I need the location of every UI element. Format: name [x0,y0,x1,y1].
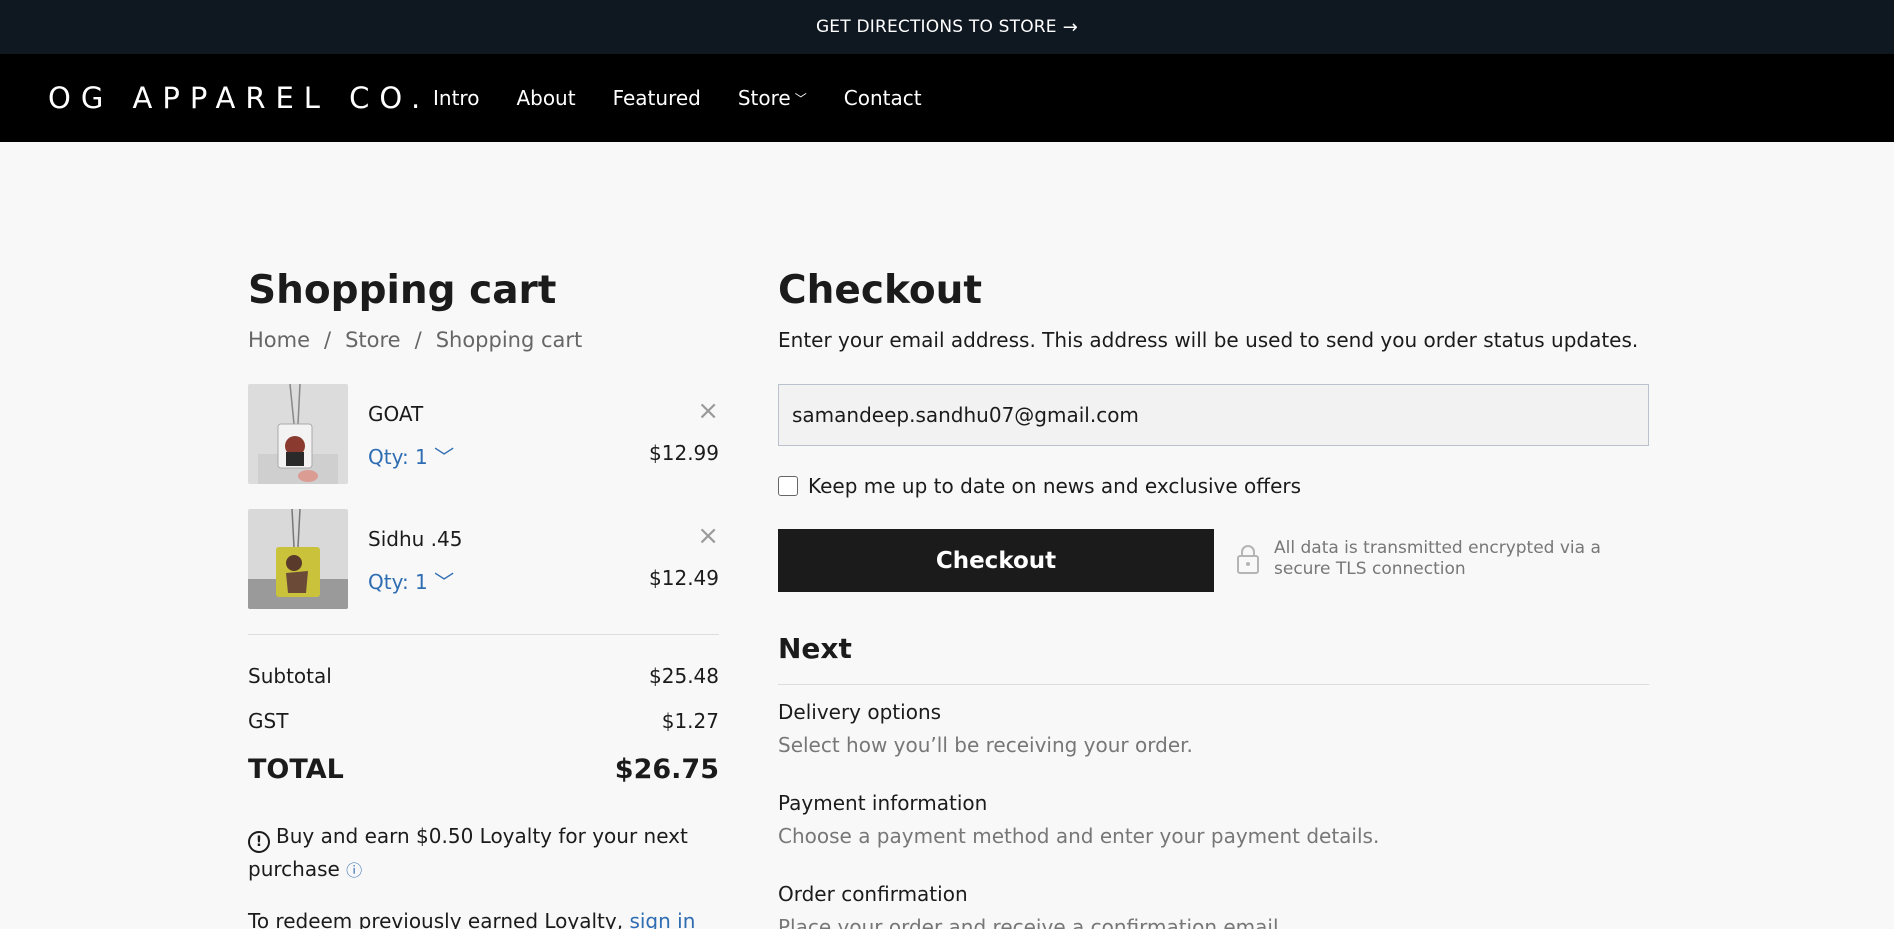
subtotal-row: Subtotal $25.48 [248,664,719,688]
nav-menu: Intro About Featured Store ﹀ Contact [433,86,959,110]
chevron-down-icon: ﹀ [434,570,455,594]
loyalty-note: ! Buy and earn $0.50 Loyalty for your nex… [248,820,719,887]
remove-item-icon[interactable]: × [697,398,719,424]
nav-item-label: Featured [612,86,701,110]
redeem-text: To redeem previously earned Loyalty, [248,909,624,929]
gst-label: GST [248,709,289,733]
subtotal-label: Subtotal [248,664,332,688]
next-divider [778,684,1649,685]
item-price: $12.49 [649,566,719,590]
qty-label: Qty: 1 [368,570,428,594]
nav-item-intro[interactable]: Intro [433,86,479,110]
secure-text: All data is transmitted encrypted via a … [1274,538,1601,579]
cart-item: Sidhu .45 Qty: 1 ﹀ $12.49 × [248,509,719,609]
breadcrumb-home[interactable]: Home [248,328,310,352]
step-delivery-title: Delivery options [778,700,942,724]
breadcrumb-separator: / [324,328,332,352]
chevron-down-icon: ﹀ [794,91,807,106]
item-name[interactable]: GOAT [368,402,423,426]
subtotal-value: $25.48 [649,664,719,688]
newsletter-optin[interactable]: Keep me up to date on news and exclusive… [778,474,1301,498]
announcement-text[interactable]: GET DIRECTIONS TO STORE [816,17,1057,37]
nav-item-label: Intro [433,86,480,110]
product-image-sidhu[interactable] [248,509,348,609]
arrow-right-icon: → [1062,16,1079,38]
redeem-note: To redeem previously earned Loyalty, sig… [248,909,695,929]
step-confirmation-desc: Place your order and receive a confirmat… [778,915,1285,929]
info-circle-icon: ! [248,831,270,853]
newsletter-label: Keep me up to date on news and exclusive… [808,474,1302,498]
nav-item-label: About [516,86,576,110]
gst-value: $1.27 [661,709,719,733]
cart-divider [248,634,719,635]
breadcrumb: Home / Store / Shopping cart [248,328,582,352]
sign-in-link[interactable]: sign in [629,909,695,929]
breadcrumb-separator: / [414,328,422,352]
step-payment-title: Payment information [778,791,988,815]
remove-item-icon[interactable]: × [697,523,719,549]
site-logo[interactable]: OG APPAREL CO. [48,81,430,115]
step-confirmation-title: Order confirmation [778,882,968,906]
secure-note: All data is transmitted encrypted via a … [1236,538,1614,580]
main-nav: OG APPAREL CO. Intro About Featured Stor… [0,54,1894,142]
email-field[interactable] [778,384,1649,446]
item-name[interactable]: Sidhu .45 [368,527,462,551]
info-icon[interactable]: ⓘ [346,861,362,880]
total-label: TOTAL [248,754,344,785]
breadcrumb-current: Shopping cart [435,328,583,352]
chevron-down-icon: ﹀ [434,445,455,469]
checkout-description: Enter your email address. This address w… [778,328,1639,352]
total-value: $26.75 [614,754,719,785]
qty-selector[interactable]: Qty: 1 ﹀ [368,441,454,470]
nav-item-label: Store [737,86,791,110]
newsletter-checkbox[interactable] [778,476,798,496]
announcement-bar[interactable]: GET DIRECTIONS TO STORE → [0,0,1894,54]
step-delivery-desc: Select how you’ll be receiving your orde… [778,733,1193,757]
next-title: Next [778,632,852,665]
breadcrumb-store[interactable]: Store [345,328,401,352]
step-payment-desc: Choose a payment method and enter your p… [778,824,1380,848]
nav-item-featured[interactable]: Featured [613,86,701,110]
checkout-title: Checkout [778,268,983,313]
gst-row: GST $1.27 [248,709,719,733]
nav-item-about[interactable]: About [516,86,575,110]
lock-icon [1237,545,1259,574]
qty-label: Qty: 1 [368,445,428,469]
product-image-goat[interactable] [248,384,348,484]
item-price: $12.99 [649,441,719,465]
nav-item-label: Contact [843,86,922,110]
cart-item: GOAT Qty: 1 ﹀ $12.99 × [248,384,719,484]
loyalty-text: Buy and earn $0.50 Loyalty for your next… [248,824,688,881]
cart-title: Shopping cart [248,268,557,313]
qty-selector[interactable]: Qty: 1 ﹀ [368,566,454,595]
nav-item-contact[interactable]: Contact [844,86,922,110]
checkout-button[interactable]: Checkout [778,529,1214,592]
nav-item-store[interactable]: Store ﹀ [738,86,807,110]
total-row: TOTAL $26.75 [248,754,719,785]
